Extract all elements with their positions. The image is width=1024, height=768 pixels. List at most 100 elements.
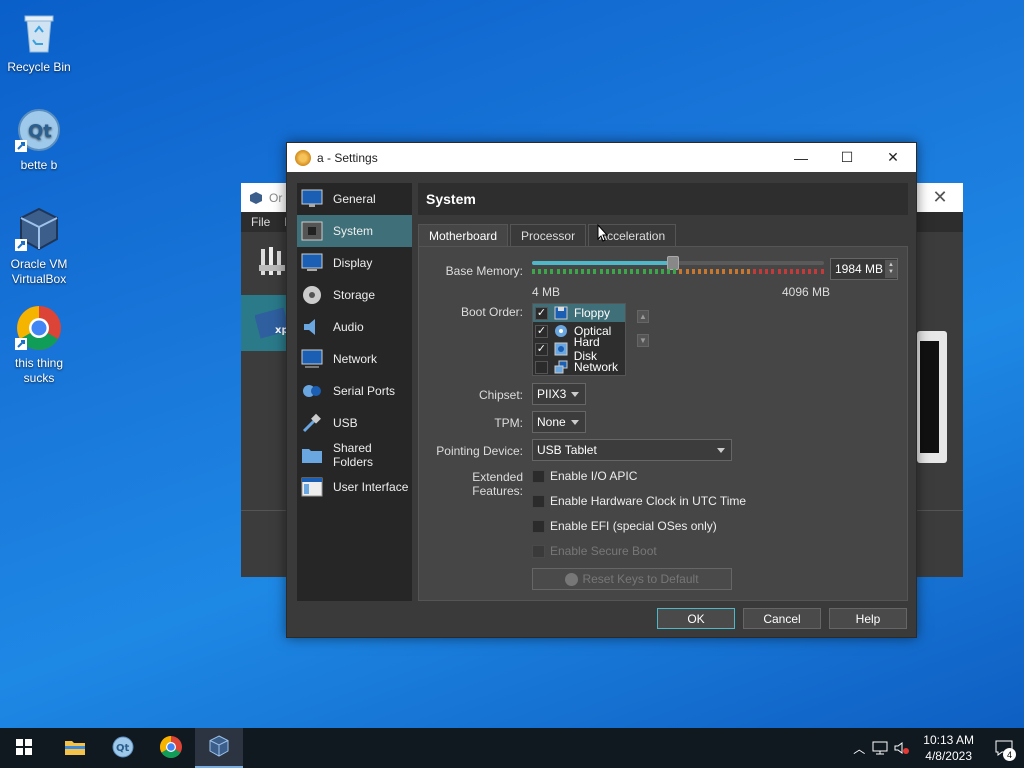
taskbar-virtualbox[interactable] — [195, 728, 243, 768]
boot-checkbox[interactable]: ✓ — [535, 324, 548, 338]
close-button[interactable]: ✕ — [917, 187, 963, 208]
taskbar-qt-creator[interactable]: Qt — [99, 728, 147, 768]
desktop-icon-bette-b[interactable]: Qt bette b — [1, 106, 77, 173]
slider-tick — [691, 269, 695, 274]
slider-tick — [783, 269, 787, 274]
slider-thumb[interactable] — [667, 256, 680, 270]
desktop-icon-virtualbox[interactable]: Oracle VM VirtualBox — [1, 205, 77, 287]
base-memory-value: 1984 MB — [835, 262, 884, 276]
window-title: Or — [269, 190, 283, 205]
efi-checkbox[interactable]: Enable EFI (special OSes only) — [532, 519, 717, 533]
sidebar-item-storage[interactable]: Storage — [297, 279, 412, 311]
ok-button[interactable]: OK — [657, 608, 735, 629]
checkbox-box[interactable] — [532, 519, 545, 533]
boot-item-floppy[interactable]: ✓ Floppy — [533, 304, 625, 322]
chipset-value: PIIX3 — [537, 387, 567, 401]
sidebar-item-label: Network — [333, 352, 378, 366]
slider-tick — [814, 269, 818, 274]
slider-tick — [660, 269, 664, 274]
chevron-up-icon[interactable]: ︿ — [849, 740, 869, 757]
sidebar-item-serial-ports[interactable]: Serial Ports — [297, 375, 412, 407]
desktop-icon-chrome[interactable]: this thing sucks — [1, 304, 77, 386]
checkbox-label: Enable Hardware Clock in UTC Time — [550, 494, 747, 508]
pointing-device-value: USB Tablet — [537, 443, 597, 457]
chrome-icon — [15, 304, 63, 352]
boot-item-network[interactable]: Network — [533, 358, 625, 376]
chrome-icon — [159, 735, 183, 762]
boot-order-label: Boot Order: — [460, 305, 523, 319]
slider-tick — [617, 269, 621, 274]
sidebar-item-usb[interactable]: USB — [297, 407, 412, 439]
slider-tick — [734, 269, 738, 274]
desktop-icon-label: Recycle Bin — [7, 60, 71, 74]
boot-checkbox[interactable]: ✓ — [535, 306, 548, 320]
start-button[interactable] — [0, 728, 48, 768]
file-explorer-icon — [64, 738, 86, 759]
slider-tick — [624, 269, 628, 274]
help-button[interactable]: Help — [829, 608, 907, 629]
clock[interactable]: 10:13 AM 4/8/2023 — [923, 732, 974, 764]
taskbar-chrome[interactable] — [147, 728, 195, 768]
sidebar-item-shared-folders[interactable]: Shared Folders — [297, 439, 412, 471]
slider-tick — [532, 269, 535, 274]
slider-tick — [636, 269, 640, 274]
chevron-down-icon — [571, 419, 579, 425]
close-button[interactable]: ✕ — [870, 143, 916, 172]
slider-tick — [789, 269, 793, 274]
spin-arrows-icon[interactable]: ▲ ▼ — [885, 260, 897, 278]
sidebar-item-user-interface[interactable]: User Interface — [297, 471, 412, 503]
slider-tick — [722, 269, 726, 274]
tools-icon[interactable] — [259, 245, 287, 279]
slider-tick — [740, 269, 744, 274]
io-apic-checkbox[interactable]: Enable I/O APIC — [532, 469, 637, 483]
desktop-icon-label: bette b — [20, 158, 58, 172]
pointing-device-select[interactable]: USB Tablet — [532, 439, 732, 461]
dialog-title: a - Settings — [317, 150, 378, 165]
sidebar-item-audio[interactable]: Audio — [297, 311, 412, 343]
minimize-button[interactable]: — — [778, 143, 824, 172]
memory-min-label: 4 MB — [532, 285, 561, 299]
sidebar-item-display[interactable]: Display — [297, 247, 412, 279]
tpm-select[interactable]: None — [532, 411, 586, 433]
sidebar-item-system[interactable]: System — [297, 215, 412, 247]
base-memory-slider[interactable] — [532, 256, 824, 270]
slider-tick — [771, 269, 775, 274]
slider-tick — [648, 269, 652, 274]
boot-item-hard-disk[interactable]: ✓ Hard Disk — [533, 335, 625, 363]
settings-titlebar[interactable]: a - Settings — ☐ ✕ — [287, 143, 916, 172]
checkbox-box[interactable] — [532, 494, 545, 508]
slider-tick — [593, 269, 597, 274]
slider-tick — [642, 269, 646, 274]
move-up-button[interactable]: ▲ — [637, 310, 649, 323]
desktop-icon-recycle-bin[interactable]: Recycle Bin — [1, 8, 77, 75]
sidebar-item-general[interactable]: General — [297, 183, 412, 215]
checkbox-box[interactable] — [532, 469, 545, 483]
cancel-button[interactable]: Cancel — [743, 608, 821, 629]
sidebar-item-label: Storage — [333, 288, 376, 302]
network-status-icon[interactable] — [869, 741, 891, 755]
menu-file[interactable]: File — [251, 215, 270, 229]
utc-clock-checkbox[interactable]: Enable Hardware Clock in UTC Time — [532, 494, 746, 508]
boot-checkbox[interactable] — [535, 360, 548, 374]
tab-processor[interactable]: Processor — [510, 224, 587, 246]
taskbar: Qt ︿ 10:13 AM 4/8/2023 4 — [0, 728, 1024, 768]
boot-order-list[interactable]: ✓ Floppy ✓ Optical ✓ Hard Disk Network — [532, 303, 626, 376]
settings-panel: System Motherboard Processor Acceleratio… — [418, 183, 908, 601]
maximize-button[interactable]: ☐ — [824, 143, 870, 172]
base-memory-spinbox[interactable]: 1984 MB ▲ ▼ — [830, 258, 898, 280]
slider-tick — [587, 269, 591, 274]
taskbar-file-explorer[interactable] — [51, 728, 99, 768]
slider-ticks — [532, 269, 824, 275]
chevron-down-icon — [717, 447, 725, 453]
notification-center-icon[interactable]: 4 — [984, 740, 1024, 761]
boot-checkbox[interactable]: ✓ — [535, 342, 548, 356]
volume-muted-icon[interactable] — [891, 741, 913, 755]
chipset-select[interactable]: PIIX3 — [532, 383, 586, 405]
slider-fill — [532, 261, 674, 265]
tab-motherboard[interactable]: Motherboard — [418, 224, 509, 246]
chipset-label: Chipset: — [478, 388, 523, 402]
slider-tick — [716, 269, 720, 274]
boot-item-label: Network — [574, 360, 619, 374]
sidebar-item-network[interactable]: Network — [297, 343, 412, 375]
move-down-button[interactable]: ▼ — [637, 334, 649, 347]
